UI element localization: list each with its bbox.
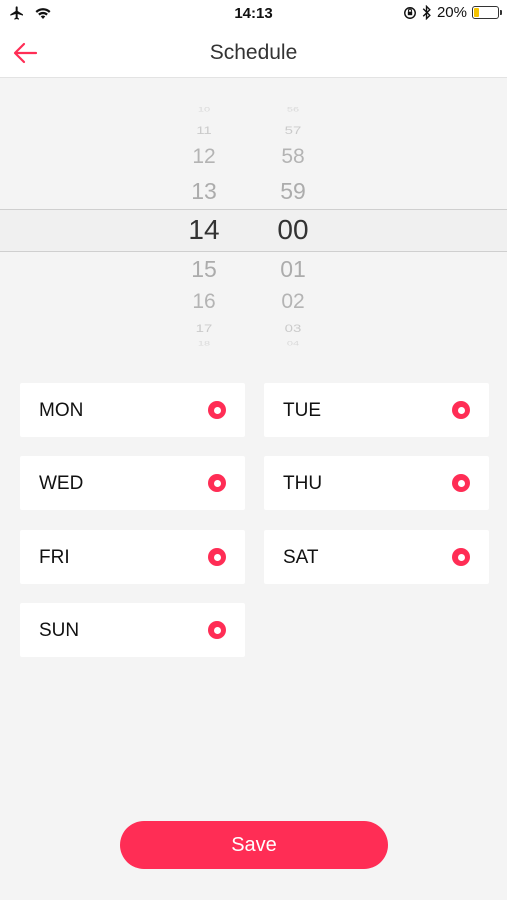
battery-fill [474, 8, 479, 17]
minute-value[interactable]: 04 [263, 341, 323, 348]
hour-value[interactable]: 13 [174, 178, 234, 205]
minute-value[interactable]: 03 [263, 322, 323, 335]
day-option-thu[interactable]: THU [264, 456, 489, 510]
hour-value[interactable]: 15 [174, 256, 234, 283]
status-right: 20% [403, 4, 502, 21]
day-label: MON [39, 400, 84, 421]
hour-value[interactable]: 18 [174, 341, 234, 348]
day-label: FRI [39, 547, 70, 568]
save-button[interactable]: Save [120, 821, 388, 869]
radio-selected-icon[interactable] [452, 548, 470, 566]
minute-value[interactable]: 01 [263, 256, 323, 283]
hour-value: 14 [188, 214, 220, 245]
minute-value[interactable]: 56 [263, 107, 323, 114]
status-bar: 14:13 20% [0, 0, 507, 28]
day-label: THU [283, 473, 323, 494]
radio-selected-icon[interactable] [208, 621, 226, 639]
minute-value[interactable]: 59 [263, 178, 323, 205]
battery-percentage: 20% [436, 4, 467, 21]
minute-value[interactable]: 57 [263, 124, 323, 137]
time-picker[interactable]: 10 11 12 13 14 15 16 17 18 56 57 58 59 00 01 02 03 04 [0, 100, 507, 350]
radio-selected-icon[interactable] [208, 401, 226, 419]
day-option-sun[interactable]: SUN [20, 603, 245, 657]
radio-selected-icon[interactable] [452, 474, 470, 492]
minute-value[interactable]: 02 [263, 290, 323, 314]
day-option-mon[interactable]: MON [20, 383, 245, 437]
day-option-tue[interactable]: TUE [264, 383, 489, 437]
hour-value[interactable]: 17 [174, 322, 234, 335]
day-label: TUE [283, 400, 321, 421]
minute-value[interactable]: 58 [263, 145, 323, 169]
day-label: SUN [39, 620, 80, 641]
radio-selected-icon[interactable] [208, 474, 226, 492]
page-title: Schedule [209, 41, 298, 64]
minute-wheel[interactable]: 56 57 58 59 00 01 02 03 04 [263, 100, 323, 350]
radio-selected-icon[interactable] [452, 401, 470, 419]
orientation-lock-icon [404, 6, 416, 19]
hour-wheel[interactable]: 10 11 12 13 14 15 16 17 18 [174, 100, 234, 350]
minute-value: 00 [277, 214, 309, 245]
day-option-sat[interactable]: SAT [264, 530, 489, 584]
picker-selection-band [0, 209, 507, 252]
day-label: WED [39, 473, 84, 494]
navigation-bar: Schedule [0, 28, 507, 78]
hour-value[interactable]: 16 [174, 290, 234, 314]
day-label: SAT [283, 547, 319, 568]
day-option-wed[interactable]: WED [20, 456, 245, 510]
hour-value[interactable]: 11 [174, 124, 234, 137]
battery-icon [472, 6, 502, 19]
day-option-fri[interactable]: FRI [20, 530, 245, 584]
hour-value[interactable]: 10 [174, 107, 234, 114]
radio-selected-icon[interactable] [208, 548, 226, 566]
hour-value[interactable]: 12 [174, 145, 234, 169]
bluetooth-icon [422, 5, 431, 20]
